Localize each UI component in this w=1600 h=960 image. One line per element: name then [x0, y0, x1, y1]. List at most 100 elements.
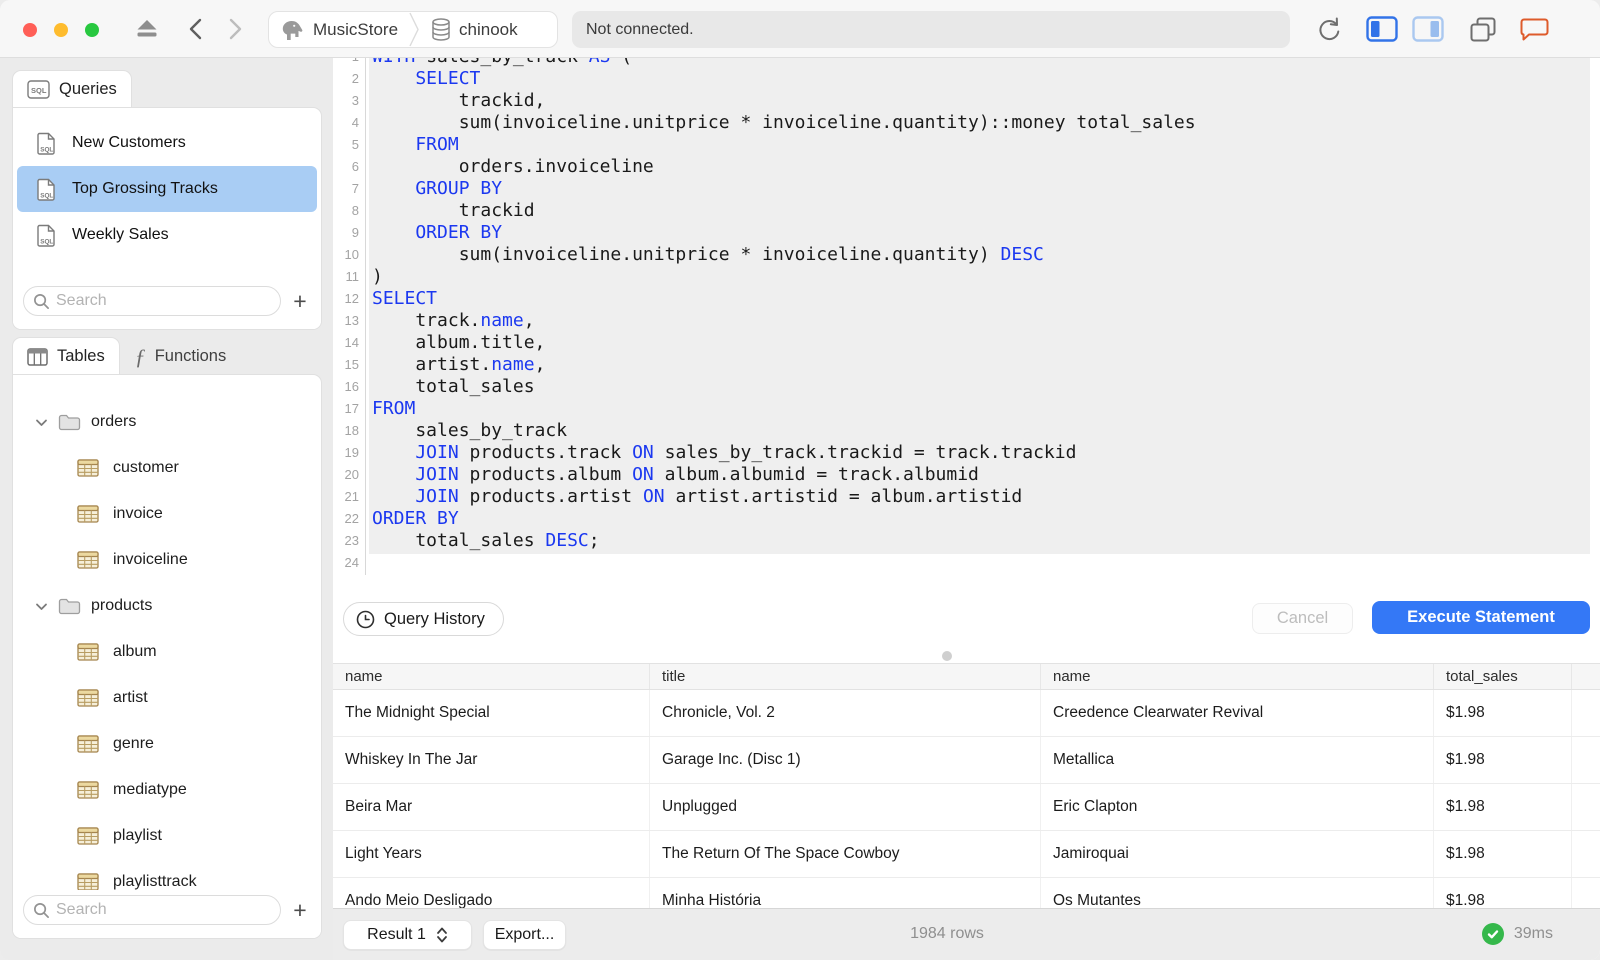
- tree-table-row[interactable]: customer: [13, 445, 321, 491]
- back-icon[interactable]: [185, 16, 207, 42]
- result-selector[interactable]: Result 1: [343, 920, 472, 950]
- table-cell[interactable]: Os Mutantes: [1041, 878, 1434, 908]
- feedback-chat-icon[interactable]: [1519, 17, 1550, 43]
- table-row[interactable]: Light Years The Return Of The Space Cowbo…: [333, 831, 1600, 878]
- table-cell[interactable]: Minha História: [650, 878, 1041, 908]
- table-cell[interactable]: Garage Inc. (Disc 1): [650, 737, 1041, 783]
- splitter[interactable]: [333, 645, 1600, 663]
- sql-file-icon: SQL: [37, 132, 55, 155]
- table-cell[interactable]: Ando Meio Desligado: [333, 878, 650, 908]
- cancel-button[interactable]: Cancel: [1252, 603, 1353, 634]
- breadcrumb-server-label: MusicStore: [313, 19, 399, 39]
- query-item-label: Top Grossing Tracks: [72, 180, 218, 197]
- table-cell[interactable]: Eric Clapton: [1041, 784, 1434, 830]
- sql-badge-icon: SQL: [27, 80, 50, 99]
- table-cell[interactable]: Chronicle, Vol. 2: [650, 690, 1041, 736]
- tree-folder-row[interactable]: orders: [13, 399, 321, 445]
- table-cell[interactable]: $1.98: [1434, 831, 1572, 877]
- line-number: 6: [351, 159, 359, 174]
- column-header[interactable]: name: [333, 664, 650, 689]
- line-number: 16: [344, 379, 359, 394]
- close-button[interactable]: [23, 23, 37, 37]
- sql-editor[interactable]: 123456789101112131415161718192021222324 …: [333, 58, 1600, 575]
- table-row[interactable]: Ando Meio Desligado Minha História Os Muta…: [333, 878, 1600, 908]
- execute-statement-button[interactable]: Execute Statement: [1372, 601, 1590, 634]
- line-number: 10: [344, 247, 359, 262]
- add-table-button[interactable]: +: [289, 899, 311, 922]
- status-bar: Result 1 Export... 1984 rows 39ms: [333, 908, 1600, 960]
- table-cell-filler: [1572, 737, 1600, 783]
- table-cell[interactable]: Unplugged: [650, 784, 1041, 830]
- minimize-button[interactable]: [54, 23, 68, 37]
- toggle-right-sidebar-icon[interactable]: [1412, 16, 1444, 42]
- main-area: 123456789101112131415161718192021222324 …: [333, 58, 1600, 960]
- query-list-item[interactable]: SQL New Customers: [13, 120, 321, 166]
- table-cell[interactable]: $1.98: [1434, 878, 1572, 908]
- table-cell[interactable]: Beira Mar: [333, 784, 650, 830]
- table-row[interactable]: The Midnight Special Chronicle, Vol. 2 Cre…: [333, 690, 1600, 737]
- column-header[interactable]: total_sales: [1434, 664, 1572, 689]
- query-history-button[interactable]: Query History: [343, 602, 504, 636]
- table-icon: [77, 643, 99, 661]
- connection-status: Not connected.: [572, 11, 1290, 48]
- table-row[interactable]: Whiskey In The Jar Garage Inc. (Disc 1) Me…: [333, 737, 1600, 784]
- breadcrumb-database[interactable]: chinook: [420, 17, 528, 42]
- table-cell[interactable]: $1.98: [1434, 690, 1572, 736]
- refresh-icon[interactable]: [1315, 15, 1343, 43]
- sql-file-icon: SQL: [37, 178, 55, 201]
- zoom-button[interactable]: [85, 23, 99, 37]
- tree-table-row[interactable]: mediatype: [13, 767, 321, 813]
- table-row[interactable]: Beira Mar Unplugged Eric Clapton $1.98: [333, 784, 1600, 831]
- table-cell[interactable]: The Return Of The Space Cowboy: [650, 831, 1041, 877]
- table-cell[interactable]: Whiskey In The Jar: [333, 737, 650, 783]
- tree-table-row[interactable]: invoiceline: [13, 537, 321, 583]
- tree-table-row[interactable]: artist: [13, 675, 321, 721]
- tree-table-row[interactable]: playlist: [13, 813, 321, 859]
- code-line: GROUP BY: [415, 178, 503, 199]
- tree-table-row[interactable]: genre: [13, 721, 321, 767]
- tab-functions[interactable]: ƒ Functions: [120, 337, 242, 375]
- table-cell[interactable]: $1.98: [1434, 737, 1572, 783]
- table-cell[interactable]: $1.98: [1434, 784, 1572, 830]
- tab-queries[interactable]: SQL Queries: [12, 70, 132, 108]
- code-line: sales_by_track: [415, 420, 568, 441]
- query-list-item[interactable]: SQL Weekly Sales: [13, 212, 321, 258]
- line-number: 11: [345, 269, 360, 284]
- breadcrumb-server[interactable]: MusicStore: [269, 18, 408, 42]
- line-number: 20: [344, 467, 359, 482]
- line-number: 4: [351, 115, 359, 130]
- table-cell[interactable]: Metallica: [1041, 737, 1434, 783]
- column-header[interactable]: name: [1041, 664, 1434, 689]
- table-label: mediatype: [113, 781, 187, 798]
- tables-search-input[interactable]: [23, 895, 281, 925]
- toggle-left-sidebar-icon[interactable]: [1366, 16, 1398, 42]
- table-cell[interactable]: The Midnight Special: [333, 690, 650, 736]
- tree-table-row[interactable]: invoice: [13, 491, 321, 537]
- windows-icon[interactable]: [1468, 16, 1498, 43]
- forward-icon[interactable]: [224, 16, 246, 42]
- folder-icon: [58, 414, 81, 430]
- line-number: 9: [351, 225, 359, 240]
- table-cell[interactable]: Light Years: [333, 831, 650, 877]
- disconnect-eject-icon[interactable]: [134, 17, 160, 42]
- table-cell[interactable]: Jamiroquai: [1041, 831, 1434, 877]
- chevron-down-icon[interactable]: [35, 418, 48, 427]
- success-check-icon: [1481, 923, 1504, 945]
- postgres-elephant-icon: [282, 20, 303, 40]
- tab-tables[interactable]: Tables: [12, 337, 120, 375]
- svg-text:SQL: SQL: [31, 86, 47, 95]
- query-list-item[interactable]: SQL Top Grossing Tracks: [17, 166, 317, 212]
- queries-search-input[interactable]: [23, 286, 281, 316]
- table-cell[interactable]: Creedence Clearwater Revival: [1041, 690, 1434, 736]
- line-number-gutter: 123456789101112131415161718192021222324: [333, 58, 366, 575]
- line-number: 12: [344, 291, 359, 306]
- add-query-button[interactable]: +: [289, 290, 311, 313]
- export-button[interactable]: Export...: [483, 920, 566, 950]
- tree-table-row[interactable]: album: [13, 629, 321, 675]
- column-header[interactable]: title: [650, 664, 1041, 689]
- table-cell-filler: [1572, 784, 1600, 830]
- splitter-handle-icon[interactable]: [942, 651, 952, 661]
- tree-folder-row[interactable]: products: [13, 583, 321, 629]
- code-line: album.title,: [415, 332, 546, 353]
- chevron-down-icon[interactable]: [35, 602, 48, 611]
